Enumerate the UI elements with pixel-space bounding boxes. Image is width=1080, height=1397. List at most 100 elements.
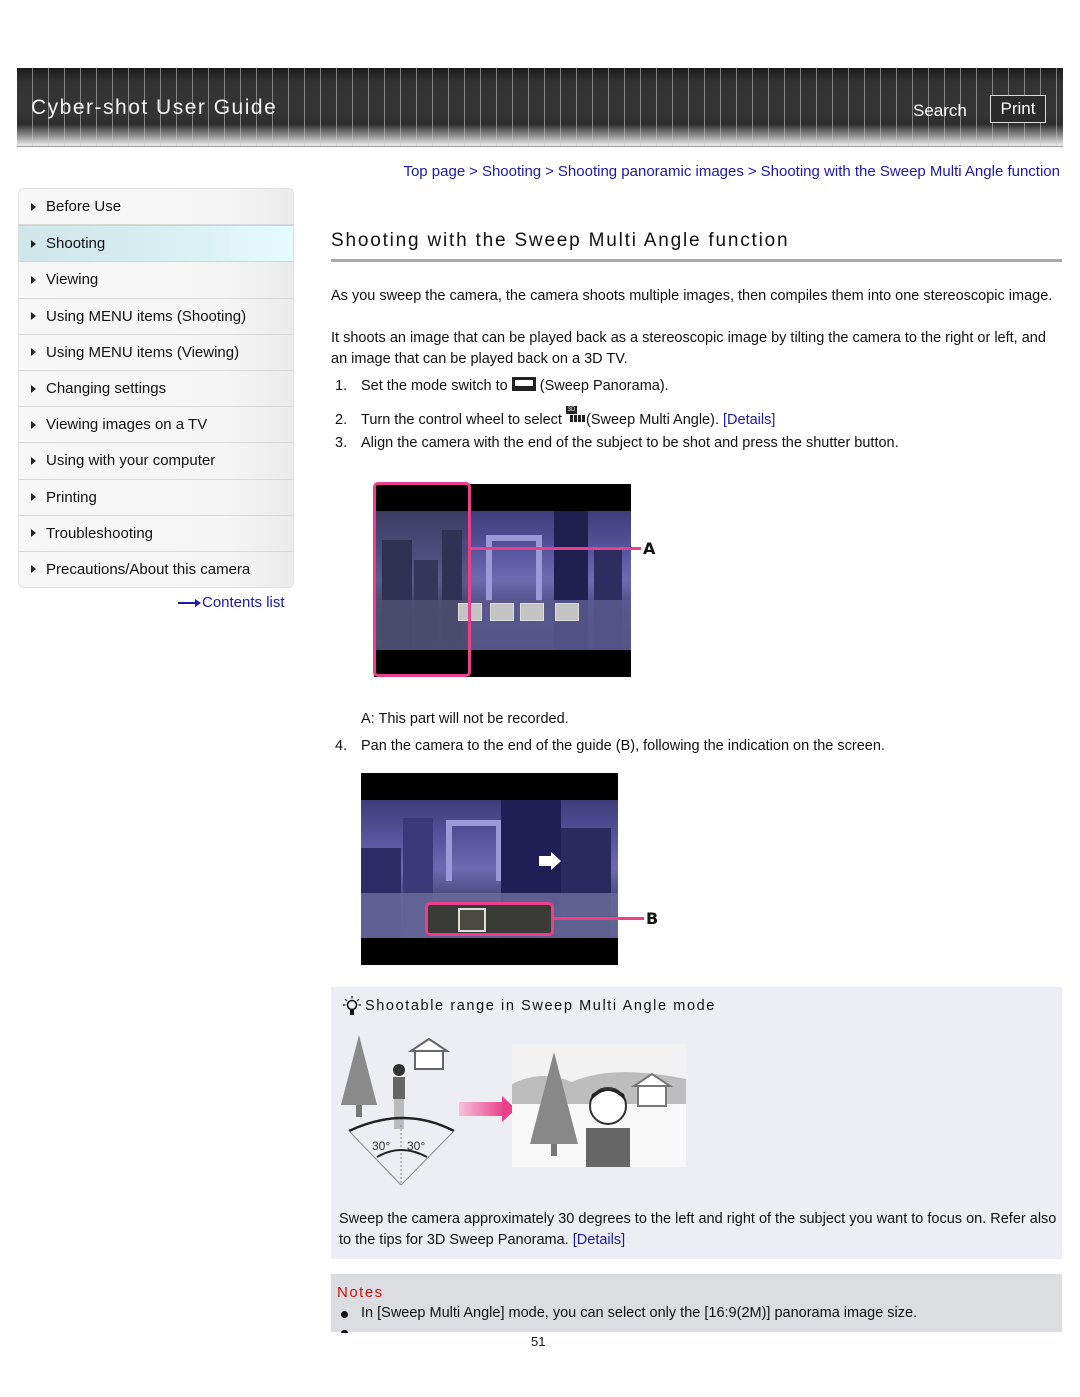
print-button[interactable]: Print <box>990 95 1046 123</box>
step-3: 3. Align the camera with the end of the s… <box>335 433 899 453</box>
caret-right-icon <box>31 456 36 465</box>
breadcrumb-shooting[interactable]: Shooting <box>482 163 541 180</box>
caret-right-icon <box>31 565 36 574</box>
sidebar-item-label: Precautions/About this camera <box>46 560 251 578</box>
angle-right-label: 30° <box>407 1139 425 1153</box>
tip-details-link[interactable]: [Details] <box>573 1232 625 1248</box>
sidebar-item-label: Using MENU items (Viewing) <box>46 343 240 361</box>
sidebar-item-label: Viewing images on a TV <box>46 416 208 434</box>
guide-position-indicator <box>458 908 486 932</box>
sweep-guide-bar <box>425 902 554 936</box>
step-number: 1. <box>335 378 348 394</box>
header-divider <box>17 146 1063 147</box>
sidebar-item-before-use[interactable]: Before Use <box>19 189 293 226</box>
caret-right-icon <box>31 275 36 284</box>
angle-left-label: 30° <box>372 1139 390 1153</box>
sidebar-nav: Before Use Shooting Viewing Using MENU i… <box>18 188 294 589</box>
search-link[interactable]: Search <box>913 101 967 121</box>
guide-cell <box>520 603 544 621</box>
breadcrumb-separator: > <box>545 163 554 180</box>
caret-right-icon <box>31 348 36 357</box>
tip-text-body: Sweep the camera approximately 30 degree… <box>339 1211 1057 1248</box>
step-text: Set the mode switch to <box>361 378 508 394</box>
title-divider <box>331 259 1062 262</box>
details-link[interactable]: [Details] <box>723 412 775 428</box>
step-text: Turn the control wheel to select <box>361 412 562 428</box>
pan-direction-arrow-head <box>551 852 561 870</box>
camera-screen-figure-b <box>361 773 618 965</box>
intro-paragraph-1: As you sweep the camera, the camera shoo… <box>331 288 1053 304</box>
figure-a-caption: A: This part will not be recorded. <box>361 711 569 727</box>
breadcrumb-shooting-panoramic[interactable]: Shooting panoramic images <box>558 163 744 180</box>
guide-cell <box>490 603 514 621</box>
step-number: 2. <box>335 412 348 428</box>
sidebar-item-computer[interactable]: Using with your computer <box>19 443 293 480</box>
bullet-icon <box>341 1311 348 1318</box>
sidebar-item-label: Before Use <box>46 198 122 216</box>
caret-right-icon <box>31 529 36 538</box>
guide-cell <box>555 603 579 621</box>
arrow-right-icon <box>459 1096 516 1122</box>
header-bar: Cyber-shot User Guide Search Print <box>17 68 1063 146</box>
step-text: Align the camera with the end of the sub… <box>361 435 899 451</box>
step-number: 3. <box>335 435 348 451</box>
step-2: 2. Turn the control wheel to select 3D (Sw… <box>335 406 775 430</box>
breadcrumb-top-page[interactable]: Top page <box>403 163 465 180</box>
caret-right-icon <box>31 384 36 393</box>
sweep-multi-angle-icon: 3D <box>566 406 586 424</box>
arrow-right-icon <box>178 598 201 607</box>
sidebar-item-viewing[interactable]: Viewing <box>19 262 293 299</box>
caret-right-icon <box>31 202 36 211</box>
contents-list-link[interactable]: Contents list <box>178 594 285 611</box>
tip-title: Shootable range in Sweep Multi Angle mod… <box>365 998 716 1014</box>
step-4: 4. Pan the camera to the end of the guide… <box>335 736 885 756</box>
pan-direction-arrow-icon <box>539 856 551 866</box>
contents-list-label: Contents list <box>202 594 285 611</box>
sidebar-item-label: Using with your computer <box>46 452 216 470</box>
sidebar-item-label: Printing <box>46 488 97 506</box>
breadcrumb: Top page > Shooting > Shooting panoramic ima… <box>403 163 1060 180</box>
sidebar-item-label: Troubleshooting <box>46 524 154 542</box>
step-text: Pan the camera to the end of the guide (… <box>361 738 885 754</box>
breadcrumb-separator: > <box>747 163 757 180</box>
sidebar-item-shooting[interactable]: Shooting <box>19 225 293 263</box>
step-1: 1. Set the mode switch to (Sweep Panorama… <box>335 376 669 396</box>
stereoscopic-result-illustration <box>512 1044 686 1167</box>
caret-right-icon <box>31 239 36 248</box>
intro-paragraph-2: It shoots an image that can be played ba… <box>331 330 1046 367</box>
caret-right-icon <box>31 312 36 321</box>
sidebar-item-menu-shooting[interactable]: Using MENU items (Shooting) <box>19 299 293 335</box>
caret-right-icon <box>31 493 36 502</box>
sidebar-item-changing-settings[interactable]: Changing settings <box>19 371 293 408</box>
sweep-angle-illustration: 30° 30° <box>341 1035 455 1186</box>
3d-badge: 3D <box>566 406 577 414</box>
tip-text: Sweep the camera approximately 30 degree… <box>339 1209 1059 1251</box>
callout-line-b <box>554 917 644 920</box>
sidebar-item-printing[interactable]: Printing <box>19 480 293 516</box>
notes-title: Notes <box>337 1284 384 1301</box>
sidebar-item-troubleshooting[interactable]: Troubleshooting <box>19 516 293 552</box>
callout-label-a: A <box>643 539 656 558</box>
lightbulb-hint-icon <box>343 996 361 1015</box>
step-text-after: (Sweep Multi Angle). <box>586 412 719 428</box>
breadcrumb-current[interactable]: Shooting with the Sweep Multi Angle func… <box>761 163 1060 180</box>
step-number: 4. <box>335 738 348 754</box>
sidebar-item-label: Using MENU items (Shooting) <box>46 307 247 325</box>
bullet-icon <box>341 1330 348 1333</box>
notes-box: Notes In [Sweep Multi Angle] mode, you c… <box>331 1274 1062 1333</box>
sidebar-item-precautions[interactable]: Precautions/About this camera <box>19 552 293 587</box>
app-title: Cyber-shot User Guide <box>31 96 278 119</box>
callout-line-a <box>471 547 641 550</box>
tip-box: Shootable range in Sweep Multi Angle mod… <box>331 987 1062 1259</box>
sweep-panorama-icon <box>511 377 536 391</box>
page-number: 51 <box>531 1334 546 1349</box>
page-title: Shooting with the Sweep Multi Angle func… <box>331 230 790 251</box>
sidebar-item-viewing-tv[interactable]: Viewing images on a TV <box>19 407 293 444</box>
breadcrumb-separator: > <box>469 163 478 180</box>
sidebar-item-menu-viewing[interactable]: Using MENU items (Viewing) <box>19 335 293 371</box>
caret-right-icon <box>31 420 36 429</box>
step-text-after: (Sweep Panorama). <box>539 378 669 394</box>
sidebar-item-label: Viewing <box>46 271 99 289</box>
unrecorded-area-highlight <box>373 482 471 677</box>
signal-bars <box>570 415 585 422</box>
